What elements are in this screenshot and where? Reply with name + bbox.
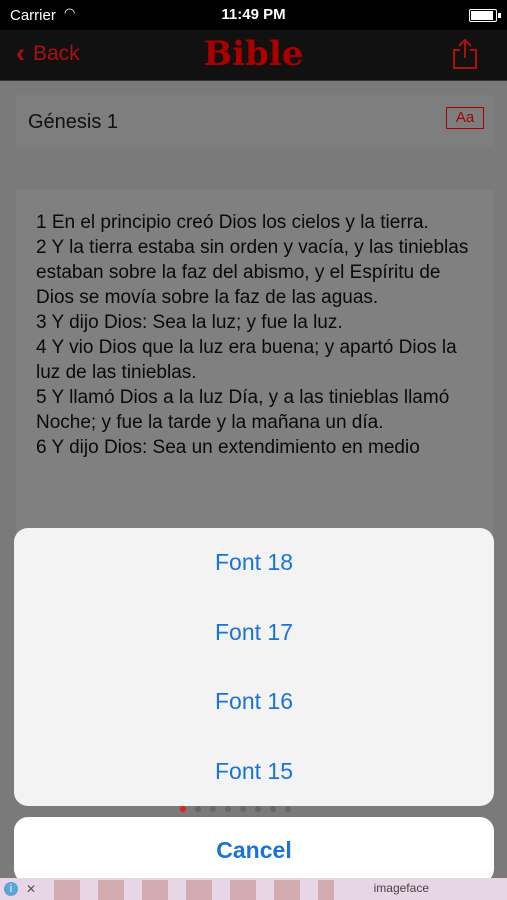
ad-info-icon[interactable]: i: [4, 882, 18, 896]
ad-banner[interactable]: i ✕ imageface: [0, 878, 507, 900]
page-dot: [225, 806, 231, 812]
ad-close-icon[interactable]: ✕: [26, 882, 36, 896]
status-bar: Carrier ◠ 11:49 PM: [0, 0, 507, 30]
page-dot: [255, 806, 261, 812]
font-size-button[interactable]: Aa: [446, 107, 484, 129]
font-15-option[interactable]: Font 15: [14, 737, 494, 807]
page-dot: [270, 806, 276, 812]
chapter-title: Génesis 1: [28, 111, 119, 133]
font-17-option[interactable]: Font 17: [14, 598, 494, 668]
verse-text: 3 Y dijo Dios: Sea la luz; y fue la luz.: [36, 312, 343, 333]
verse-text: 1 En el principio creó Dios los cielos y…: [36, 212, 429, 233]
scripture-text-area[interactable]: 1 En el principio creó Dios los cielos y…: [16, 190, 494, 535]
verse-text: 2 Y la tierra estaba sin orden y vacía, …: [36, 237, 469, 308]
nav-title: Bible: [203, 34, 304, 74]
battery-icon: [469, 9, 501, 22]
ad-image: [54, 880, 334, 900]
font-16-option[interactable]: Font 16: [14, 667, 494, 737]
share-icon[interactable]: [451, 38, 479, 70]
chapter-header: Génesis 1 Aa: [16, 95, 494, 147]
page-indicator: [180, 806, 291, 812]
cancel-button[interactable]: Cancel: [14, 817, 494, 883]
status-time: 11:49 PM: [221, 6, 286, 23]
font-18-option[interactable]: Font 18: [14, 528, 494, 598]
page-dot: [285, 806, 291, 812]
page-dot: [240, 806, 246, 812]
page-dot: [195, 806, 201, 812]
verse-text: 6 Y dijo Dios: Sea un extendimiento en m…: [36, 437, 420, 458]
verse-text: 5 Y llamó Dios a la luz Día, y a las tin…: [36, 387, 450, 433]
font-action-sheet: Font 18 Font 17 Font 16 Font 15: [14, 528, 494, 806]
ad-brand: imageface: [373, 881, 429, 895]
page-dot-active: [180, 806, 186, 812]
navigation-bar: ‹ Back Bible: [0, 30, 507, 81]
verse-text: 4 Y vio Dios que la luz era buena; y apa…: [36, 337, 457, 383]
page-dot: [210, 806, 216, 812]
